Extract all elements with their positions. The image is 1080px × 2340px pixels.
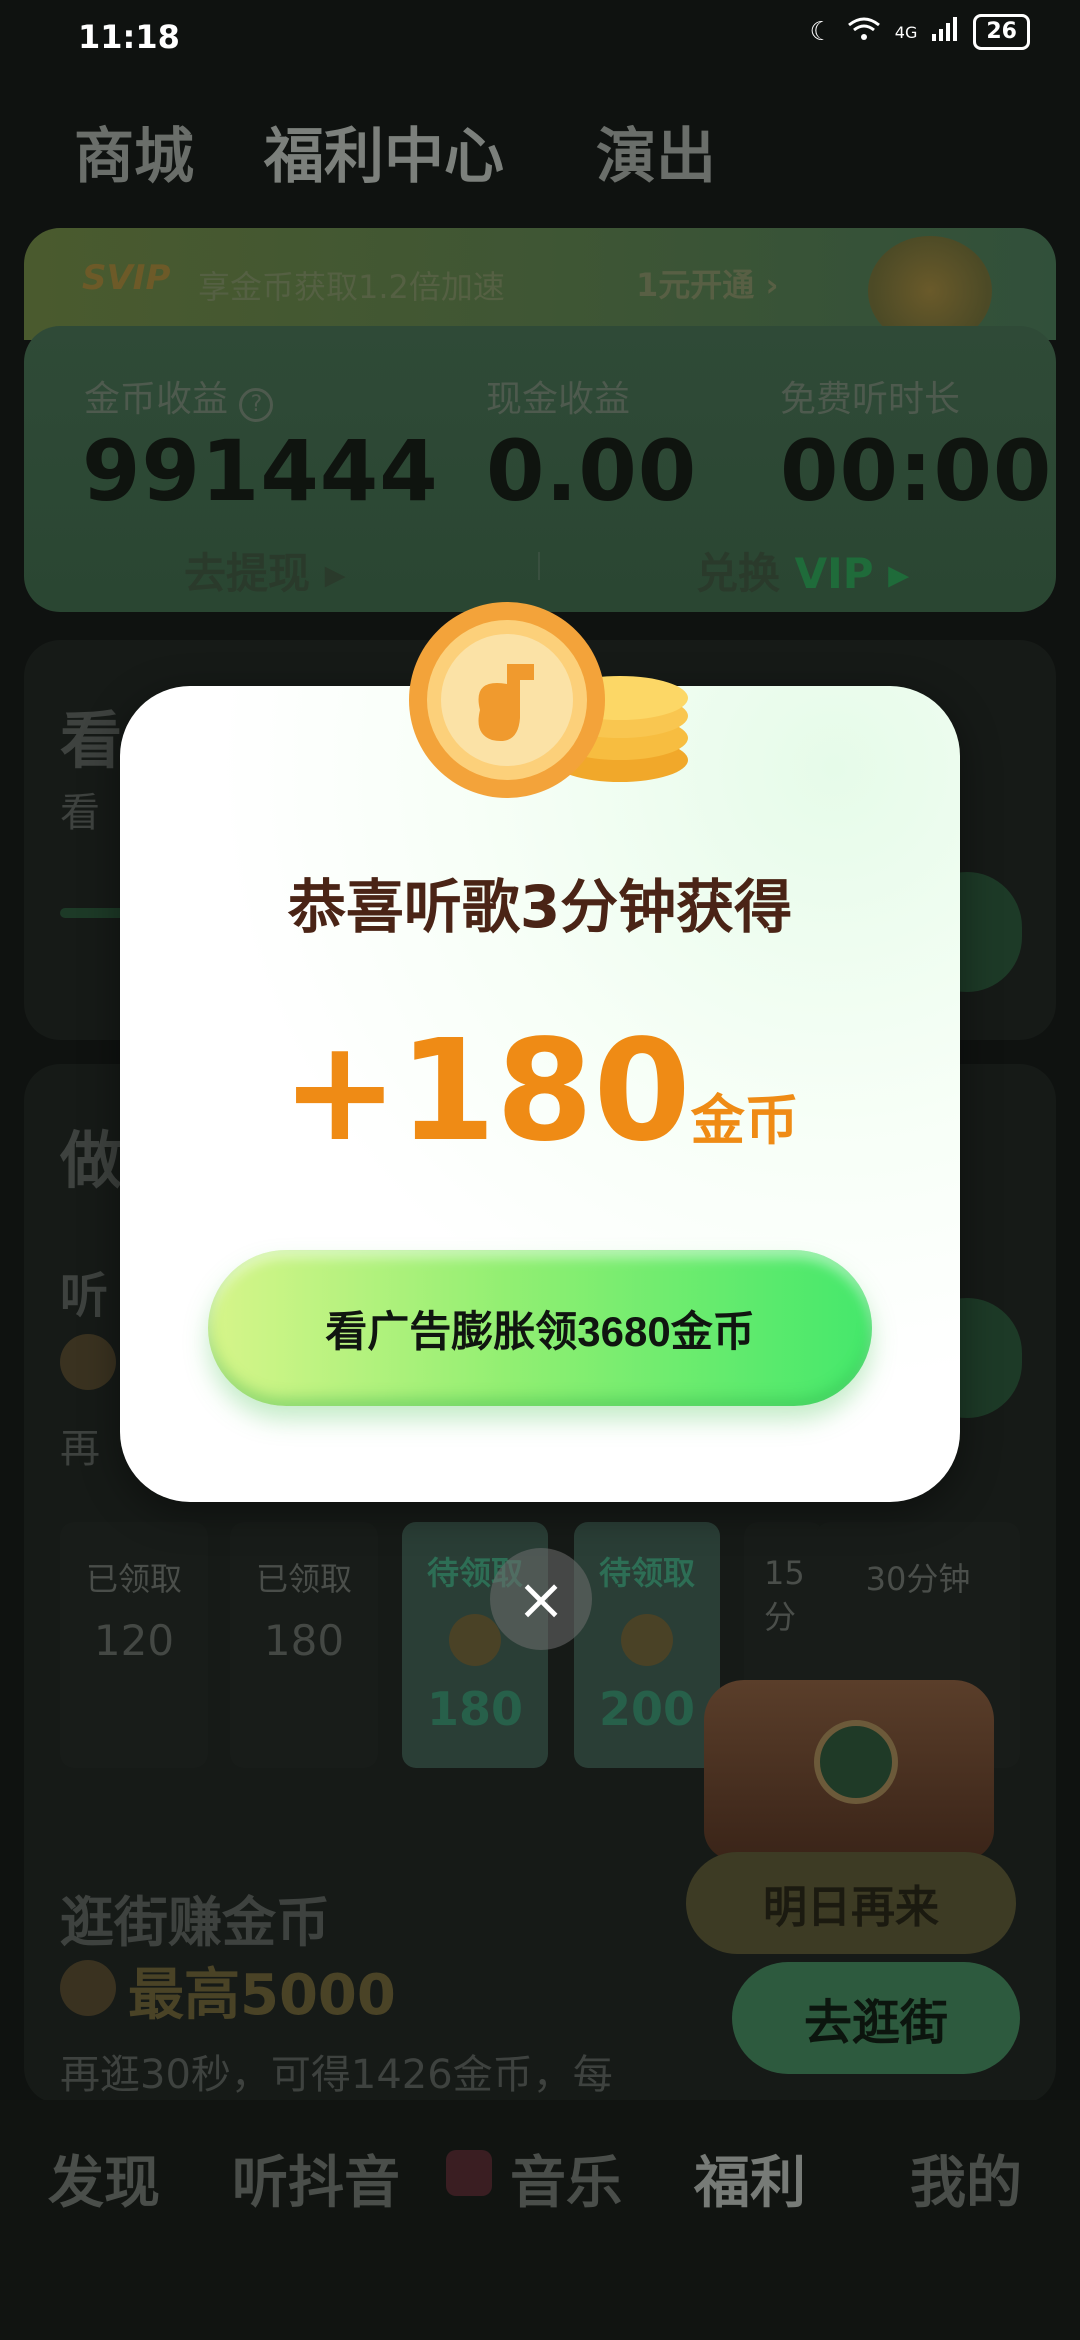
reward-amount: 200 — [598, 1682, 696, 1736]
listen-task-title: 听 — [60, 1268, 109, 1324]
watch-section-title: 看 — [60, 704, 123, 777]
free-time-value: 00:00 — [780, 422, 1053, 520]
coins-value: 991444 — [82, 422, 439, 520]
nav-me[interactable]: 我的 — [910, 2138, 1022, 2219]
reward-status: 待领取 — [598, 1554, 695, 1592]
bottom-nav — [0, 2100, 1080, 2340]
help-icon[interactable]: ? — [239, 388, 274, 422]
reward-cell-2: 已领取 180 — [230, 1522, 378, 1768]
cash-value: 0.00 — [486, 422, 698, 520]
tab-welfare-center[interactable]: 福利中心 — [264, 108, 504, 195]
reward-status: 已领取 — [85, 1560, 182, 1598]
close-icon[interactable]: × — [490, 1548, 592, 1650]
tasks-section-title: 做 — [60, 1124, 123, 1197]
network-type: 4G — [894, 22, 918, 42]
reward-row: +180金币 — [120, 1010, 960, 1173]
coin-icon — [449, 1614, 501, 1666]
come-back-tomorrow-button[interactable]: 明日再来 — [686, 1852, 1016, 1954]
reward-cell-4[interactable]: 待领取 200 — [574, 1522, 720, 1768]
shop-max-reward: 最高5000 — [128, 1963, 396, 2028]
exchange-vip-link[interactable]: 兑换 VIP ▸ — [696, 540, 909, 601]
nav-music[interactable]: 音乐 — [510, 2138, 622, 2219]
status-time: 11:18 — [78, 18, 180, 56]
wifi-icon — [847, 16, 881, 49]
go-shopping-button[interactable]: 去逛街 — [732, 1962, 1020, 2074]
moon-icon: ☾ — [809, 17, 833, 47]
signal-icon — [931, 16, 959, 49]
nav-listen-douyin[interactable]: 听抖音 — [232, 2138, 400, 2219]
reward-status: 15分 — [764, 1554, 805, 1636]
divider — [538, 552, 540, 580]
tab-shows[interactable]: 演出 — [596, 108, 716, 195]
cash-label: 现金收益 — [486, 379, 631, 420]
coin-stack-icon — [402, 600, 692, 810]
coins-label: 金币收益 ? — [84, 370, 274, 422]
shop-desc: 再逛30秒，可得1426金币，每 — [60, 2052, 613, 2098]
free-time-label: 免费听时长 — [780, 379, 961, 420]
treasure-chest-icon[interactable] — [704, 1640, 994, 1860]
coin-icon — [621, 1614, 673, 1666]
reward-unit: 金币 — [690, 1089, 799, 1152]
coin-icon — [60, 1334, 116, 1390]
battery-icon: 26 — [973, 14, 1030, 50]
reward-cell-1: 已领取 120 — [60, 1522, 208, 1768]
music-icon — [446, 2150, 492, 2196]
status-icons: ☾ 4G 26 — [809, 14, 1030, 50]
watch-ad-button[interactable]: 看广告膨胀领3680金币 — [208, 1250, 872, 1406]
svip-text: 享金币获取1.2倍加速 — [198, 268, 505, 306]
reward-amount: 180 — [426, 1682, 524, 1736]
listen-task-hint: 再 — [60, 1426, 100, 1472]
watch-section-sub: 看 — [60, 790, 100, 836]
coin-icon — [60, 1960, 116, 2016]
reward-status: 已领取 — [255, 1560, 352, 1598]
modal-title: 恭喜听歌3分钟获得 — [287, 873, 793, 941]
withdraw-link[interactable]: 去提现 ▸ — [184, 540, 346, 601]
svip-tag: SVIP — [82, 258, 171, 298]
svip-open-link[interactable]: 1元开通 › — [636, 260, 779, 306]
shop-title: 逛街赚金币 — [60, 1891, 330, 1954]
reward-amount: 120 — [93, 1616, 175, 1665]
reward-amount: 180 — [263, 1616, 345, 1665]
tab-mall[interactable]: 商城 — [74, 108, 194, 195]
reward-amount: +180 — [281, 1010, 691, 1173]
nav-discover[interactable]: 发现 — [48, 2138, 160, 2219]
reward-status: 30分钟 — [865, 1560, 971, 1598]
nav-welfare[interactable]: 福利 — [694, 2138, 806, 2219]
